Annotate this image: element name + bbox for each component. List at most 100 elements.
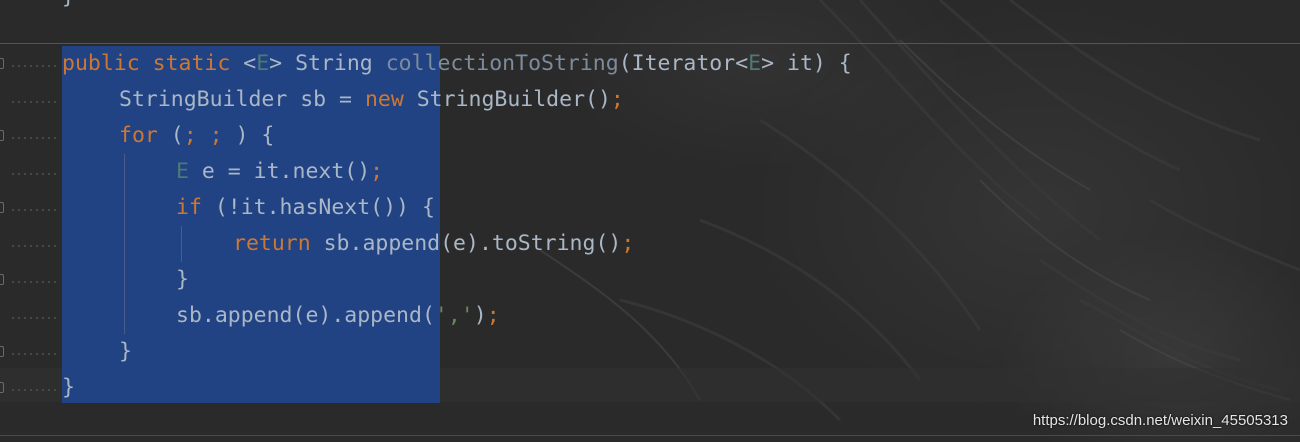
gutter-row[interactable] (0, 154, 60, 190)
code-token: collectionToString (385, 51, 619, 76)
code-token: } (119, 339, 132, 364)
method-separator (0, 43, 1300, 44)
indent-guide (181, 226, 182, 262)
code-text: if (!it.hasNext()) { (62, 195, 435, 220)
code-text: } (62, 339, 132, 364)
code-token: for (119, 123, 158, 148)
code-token: } (176, 267, 189, 292)
code-text: sb.append(e).append(','); (62, 303, 500, 328)
fold-marker-icon[interactable] (0, 58, 4, 69)
whitespace-dots (10, 281, 60, 283)
code-token: new (364, 87, 404, 112)
code-token: if (176, 195, 202, 220)
indent-guide (124, 226, 125, 262)
code-token: StringBuilder sb = (119, 87, 365, 112)
code-token: > (269, 51, 283, 76)
editor-gutter[interactable] (0, 46, 60, 406)
code-token: String (295, 51, 373, 76)
previous-code-fragment: } (62, 0, 75, 9)
code-token: static (152, 51, 231, 76)
fold-marker-icon[interactable] (0, 274, 4, 285)
indent-guide (124, 190, 125, 226)
code-token: ; (610, 87, 624, 112)
gutter-row[interactable] (0, 370, 60, 406)
fold-marker-icon[interactable] (0, 346, 4, 357)
code-line[interactable]: } (62, 334, 1262, 370)
code-token: ; (183, 123, 197, 148)
code-token: ) (473, 303, 487, 328)
code-token: } (62, 375, 75, 400)
code-token: (!it.hasNext()) { (201, 195, 435, 220)
fold-marker-icon[interactable] (0, 130, 4, 141)
gutter-row[interactable] (0, 46, 60, 82)
code-line[interactable]: StringBuilder sb = new StringBuilder(); (62, 82, 1262, 118)
whitespace-dots (10, 101, 60, 103)
code-line[interactable]: E e = it.next(); (62, 154, 1262, 190)
whitespace-dots (10, 173, 60, 175)
code-token: it) { (774, 51, 852, 76)
code-line[interactable]: } (62, 370, 1262, 406)
code-token: ',' (434, 303, 474, 328)
code-text: for (; ; ) { (62, 123, 274, 148)
gutter-row[interactable] (0, 82, 60, 118)
code-token: ; (621, 231, 635, 256)
code-token: E (256, 51, 270, 76)
code-text: StringBuilder sb = new StringBuilder(); (62, 87, 624, 112)
code-text: public static <E> String collectionToStr… (62, 51, 852, 76)
code-token: E (748, 51, 762, 76)
fold-marker-icon[interactable] (0, 382, 4, 393)
whitespace-dots (10, 245, 60, 247)
indent-guide (124, 262, 125, 298)
code-line[interactable]: sb.append(e).append(','); (62, 298, 1262, 334)
code-token: Iterator (631, 51, 736, 76)
whitespace-dots (10, 65, 60, 67)
code-text: E e = it.next(); (62, 159, 383, 184)
whitespace-dots (10, 389, 60, 391)
code-token: ; (209, 123, 223, 148)
code-token: sb.append(e).append( (176, 303, 435, 328)
code-text: return sb.append(e).toString(); (62, 231, 634, 256)
code-text: } (62, 267, 189, 292)
code-token: < (243, 51, 257, 76)
code-token: ( (157, 123, 184, 148)
fold-marker-icon[interactable] (0, 202, 4, 213)
whitespace-dots (10, 137, 60, 139)
code-token: ; (370, 159, 384, 184)
code-token: public (62, 51, 140, 76)
code-token: E (176, 159, 189, 184)
code-token: return (233, 231, 311, 256)
gutter-row[interactable] (0, 298, 60, 334)
whitespace-dots (10, 209, 60, 211)
indent-guide (124, 154, 125, 190)
gutter-row[interactable] (0, 262, 60, 298)
code-line[interactable]: if (!it.hasNext()) { (62, 190, 1262, 226)
code-token: < (735, 51, 749, 76)
code-token: > (761, 51, 775, 76)
whitespace-dots (10, 353, 60, 355)
indent-guide (124, 298, 125, 334)
method-separator-bottom (0, 435, 1300, 436)
code-line[interactable]: public static <E> String collectionToStr… (62, 46, 1262, 82)
code-token: ) { (222, 123, 275, 148)
code-token: ( (618, 51, 632, 76)
code-line[interactable]: } (62, 262, 1262, 298)
code-token: sb.append(e).toString() (310, 231, 622, 256)
code-token: ; (486, 303, 500, 328)
whitespace-dots (10, 317, 60, 319)
code-text: } (62, 375, 75, 400)
gutter-row[interactable] (0, 226, 60, 262)
code-editor[interactable]: } public static <E> String collectionToS… (0, 0, 1300, 442)
code-line[interactable]: for (; ; ) { (62, 118, 1262, 154)
gutter-row[interactable] (0, 190, 60, 226)
gutter-row[interactable] (0, 118, 60, 154)
code-area[interactable]: public static <E> String collectionToStr… (62, 46, 1262, 406)
code-token: StringBuilder() (403, 87, 611, 112)
code-line[interactable]: return sb.append(e).toString(); (62, 226, 1262, 262)
code-token: e = it.next() (188, 159, 371, 184)
gutter-row[interactable] (0, 334, 60, 370)
